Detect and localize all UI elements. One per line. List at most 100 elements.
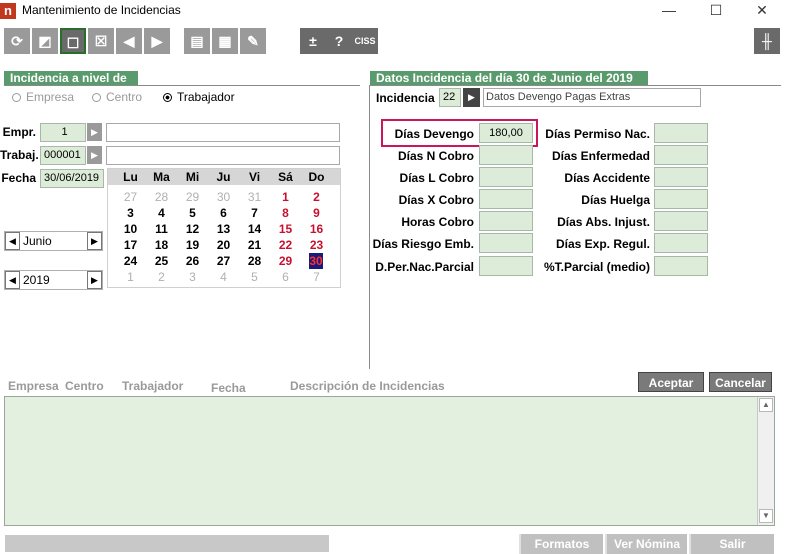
- next-icon[interactable]: ▶: [144, 28, 170, 54]
- field-input[interactable]: [654, 233, 708, 253]
- calendar-day[interactable]: 1: [115, 269, 146, 285]
- calendar-day[interactable]: 2: [146, 269, 177, 285]
- incidencia-code-field[interactable]: 22: [439, 88, 461, 107]
- field-input[interactable]: [654, 167, 708, 187]
- new-record-icon[interactable]: ☐: [60, 28, 86, 54]
- calendar-day[interactable]: 17: [115, 237, 146, 253]
- calendar-day[interactable]: 25: [146, 253, 177, 269]
- calendar-day[interactable]: 28: [146, 189, 177, 205]
- radio-trabajador-circle[interactable]: [163, 93, 172, 103]
- calendar-day[interactable]: 19: [177, 237, 208, 253]
- calendar-day[interactable]: 30: [208, 189, 239, 205]
- calendar-day[interactable]: 16: [301, 221, 332, 237]
- trabaj-lookup-button[interactable]: ▶: [87, 146, 102, 164]
- ciss-button[interactable]: CISS: [352, 28, 378, 54]
- calendar-day[interactable]: 5: [239, 269, 270, 285]
- calendar-day[interactable]: 10: [115, 221, 146, 237]
- calendar-day[interactable]: 22: [270, 237, 301, 253]
- calendar-day[interactable]: 23: [301, 237, 332, 253]
- calendar-day[interactable]: 2: [301, 189, 332, 205]
- col-empresa[interactable]: Empresa: [8, 379, 59, 393]
- edit-icon[interactable]: ◩: [32, 28, 58, 54]
- list-scrollbar[interactable]: ▲ ▼: [757, 397, 774, 525]
- month-next-button[interactable]: ▶: [87, 232, 102, 250]
- radio-empresa-circle[interactable]: [12, 93, 21, 103]
- year-next-button[interactable]: ▶: [87, 271, 102, 289]
- print-icon[interactable]: ▤: [184, 28, 210, 54]
- aceptar-button[interactable]: Aceptar: [638, 372, 704, 392]
- field-input[interactable]: [654, 145, 708, 165]
- document-icon[interactable]: ▦: [212, 28, 238, 54]
- empr-field[interactable]: 1: [40, 123, 86, 142]
- radio-trabajador[interactable]: Trabajador: [163, 90, 235, 104]
- month-selector[interactable]: ◀ Junio ▶: [4, 231, 103, 251]
- field-input[interactable]: [654, 211, 708, 231]
- cancelar-button[interactable]: Cancelar: [709, 372, 772, 392]
- col-descripcion[interactable]: Descripción de Incidencias: [290, 379, 445, 393]
- field-input[interactable]: [654, 123, 708, 143]
- calendar-day[interactable]: 30: [309, 253, 323, 269]
- calendar-day[interactable]: 29: [270, 253, 301, 269]
- tools-icon[interactable]: ✎: [240, 28, 266, 54]
- close-button[interactable]: ✕: [739, 0, 785, 22]
- calendar-day[interactable]: 24: [115, 253, 146, 269]
- calendar-day[interactable]: 7: [239, 205, 270, 221]
- trabaj-field[interactable]: 000001: [40, 146, 86, 165]
- radio-empresa[interactable]: Empresa: [12, 90, 74, 104]
- field-input[interactable]: [479, 145, 533, 165]
- calendar-day[interactable]: 4: [146, 205, 177, 221]
- field-input[interactable]: 180,00: [479, 123, 533, 143]
- calendar-day[interactable]: 27: [208, 253, 239, 269]
- field-input[interactable]: [654, 256, 708, 276]
- calendar-day[interactable]: 20: [208, 237, 239, 253]
- calendar-day[interactable]: 11: [146, 221, 177, 237]
- scroll-down-icon[interactable]: ▼: [759, 509, 773, 523]
- calendar-day[interactable]: 6: [270, 269, 301, 285]
- month-prev-button[interactable]: ◀: [5, 232, 20, 250]
- formatos-button[interactable]: Formatos: [519, 534, 603, 554]
- delete-icon[interactable]: ☒: [88, 28, 114, 54]
- prev-icon[interactable]: ◀: [116, 28, 142, 54]
- calendar-day[interactable]: 26: [177, 253, 208, 269]
- radio-centro[interactable]: Centro: [92, 90, 142, 104]
- field-input[interactable]: [479, 211, 533, 231]
- incidencia-lookup-button[interactable]: ▶: [463, 88, 480, 107]
- calendar-day[interactable]: 3: [177, 269, 208, 285]
- calendar-day[interactable]: 31: [239, 189, 270, 205]
- calendar-day[interactable]: 7: [301, 269, 332, 285]
- empr-name-field[interactable]: [106, 123, 340, 142]
- calendar-day[interactable]: 1: [270, 189, 301, 205]
- field-input[interactable]: [479, 189, 533, 209]
- year-selector[interactable]: ◀ 2019 ▶: [4, 270, 103, 290]
- calendar-day[interactable]: 8: [270, 205, 301, 221]
- calendar-day[interactable]: 4: [208, 269, 239, 285]
- incidencias-list[interactable]: [4, 396, 775, 526]
- calendar-day[interactable]: 13: [208, 221, 239, 237]
- field-input[interactable]: [479, 167, 533, 187]
- field-input[interactable]: [654, 189, 708, 209]
- calendar-day[interactable]: 12: [177, 221, 208, 237]
- calendar-day[interactable]: 3: [115, 205, 146, 221]
- salir-button[interactable]: Salir: [689, 534, 774, 554]
- year-prev-button[interactable]: ◀: [5, 271, 20, 289]
- calendar-day[interactable]: 28: [239, 253, 270, 269]
- calendar-day[interactable]: 21: [239, 237, 270, 253]
- col-trabajador[interactable]: Trabajador: [122, 379, 183, 393]
- calendar-day[interactable]: 15: [270, 221, 301, 237]
- trabaj-name-field[interactable]: [106, 146, 340, 165]
- field-input[interactable]: [479, 233, 533, 253]
- calendar-day[interactable]: 5: [177, 205, 208, 221]
- radio-centro-circle[interactable]: [92, 93, 101, 103]
- fecha-field[interactable]: 30/06/2019: [40, 169, 104, 188]
- calendar-day[interactable]: 14: [239, 221, 270, 237]
- scroll-up-icon[interactable]: ▲: [759, 398, 773, 412]
- empr-lookup-button[interactable]: ▶: [87, 123, 102, 141]
- calendar-day[interactable]: 27: [115, 189, 146, 205]
- plusminus-button[interactable]: ±: [300, 28, 326, 54]
- calendar-day[interactable]: 6: [208, 205, 239, 221]
- calendar-day[interactable]: 18: [146, 237, 177, 253]
- maximize-button[interactable]: ☐: [693, 0, 739, 22]
- refresh-icon[interactable]: ⟳: [4, 28, 30, 54]
- col-fecha[interactable]: Fecha: [211, 381, 246, 395]
- settings-sliders-icon[interactable]: ╫: [754, 28, 780, 54]
